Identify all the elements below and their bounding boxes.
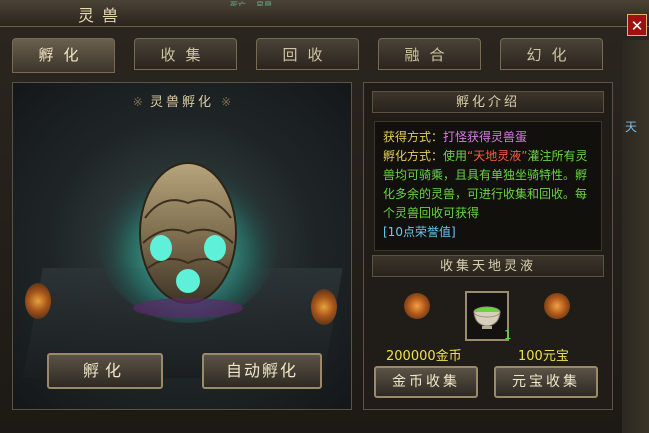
intro-header: 孵化介绍 (372, 91, 604, 113)
hatch-method-label: 孵化方式： (383, 149, 444, 163)
spirit-beast-egg-icon (98, 153, 278, 323)
brazier-left-icon (25, 283, 51, 319)
top-strip-text: 死亡 星晨 (230, 1, 273, 6)
obtain-method-text: 打怪获得灵兽蛋 (443, 130, 528, 144)
orb-left-icon (404, 293, 430, 319)
hatch-panel-header: ※ 灵兽孵化 ※ (13, 91, 351, 110)
tab-bar: 孵化 收集 回收 融合 幻化 (12, 38, 614, 74)
hatch-button[interactable]: 孵化 (47, 353, 163, 389)
orb-right-icon (544, 293, 570, 319)
hatch-panel: ※ 灵兽孵化 ※ 孵化 自动孵化 (12, 82, 352, 410)
tab-recycle[interactable]: 回收 (256, 38, 359, 70)
auto-hatch-button[interactable]: 自动孵化 (202, 353, 322, 389)
tab-collect[interactable]: 收集 (134, 38, 237, 70)
tab-fuse[interactable]: 融合 (378, 38, 481, 70)
brazier-right-icon (311, 289, 337, 325)
yuanbao-collect-button[interactable]: 元宝收集 (494, 366, 598, 398)
header-ornament-right-icon: ※ (221, 95, 232, 109)
spirit-beast-window: 灵兽 死亡 星晨 ✕ 孵化 收集 回收 融合 幻化 ※ 灵兽孵化 ※ 孵化 自动… (0, 0, 649, 433)
tab-hatch[interactable]: 孵化 (12, 38, 115, 73)
gold-collect-button[interactable]: 金币收集 (374, 366, 478, 398)
tab-transform[interactable]: 幻化 (500, 38, 603, 70)
hatch-panel-title: 灵兽孵化 (149, 95, 214, 110)
window-title: 灵兽 (78, 6, 127, 25)
item-count: 1 (504, 328, 512, 342)
title-bar: 灵兽 死亡 星晨 (0, 0, 649, 27)
collect-header: 收集天地灵液 (372, 255, 604, 277)
recycle-reward-text: [10点荣誉值] (383, 225, 456, 239)
gold-price: 200000金币 (386, 349, 462, 364)
info-panel: 孵化介绍 获得方式：打怪获得灵兽蛋 孵化方式：使用“天地灵液”灌注所有灵兽均可骑… (363, 82, 613, 410)
yuanbao-price: 100元宝 (518, 349, 569, 364)
close-button[interactable]: ✕ (627, 14, 647, 36)
header-ornament-left-icon: ※ (132, 95, 143, 109)
item-slot[interactable] (465, 291, 509, 341)
right-edge-background: 天 (622, 40, 649, 433)
intro-text-box: 获得方式：打怪获得灵兽蛋 孵化方式：使用“天地灵液”灌注所有灵兽均可骑乘，且具有… (374, 121, 602, 251)
close-icon: ✕ (630, 17, 644, 35)
hatch-method-highlight: “天地灵液” (467, 149, 528, 163)
right-edge-text: 天 (625, 120, 638, 134)
obtain-method-label: 获得方式： (383, 130, 444, 144)
green-potion-bowl-icon (473, 306, 501, 329)
hatch-method-prefix: 使用 (443, 149, 468, 163)
